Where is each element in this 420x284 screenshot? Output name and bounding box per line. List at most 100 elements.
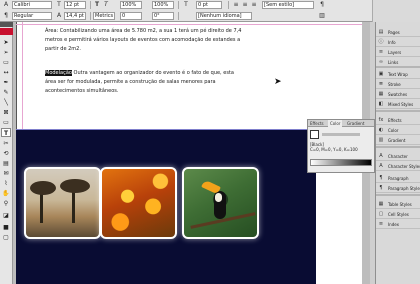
page-tool-icon[interactable]: ▭ xyxy=(1,58,11,67)
tree-canopy xyxy=(30,181,56,195)
line-tool-icon[interactable]: ╲ xyxy=(1,98,11,107)
type-tool-icon[interactable]: T xyxy=(1,128,11,137)
color-panel-tabs: Effects Color Gradient xyxy=(308,120,374,127)
hand-tool-icon[interactable]: ✋ xyxy=(1,189,11,198)
panel-group-divider xyxy=(376,194,420,196)
panel-item-label: Swatches xyxy=(388,92,408,97)
panel-item-label: Gradient xyxy=(388,138,406,143)
style-field[interactable]: [Sem estilo] xyxy=(262,1,314,9)
align-left-icon[interactable]: ≡ xyxy=(232,1,240,9)
separator xyxy=(228,1,229,9)
pen-tool-icon[interactable]: ✒ xyxy=(1,78,11,87)
control-panel: A Calibri T 12 pt T T 100% 100% T 0 pt ≡… xyxy=(0,0,420,22)
kerning-field[interactable]: Metrics xyxy=(93,12,115,20)
panel-item-paragraph-styles[interactable]: ¶ Paragraph Styles xyxy=(376,184,420,193)
italic-type-icon[interactable]: T xyxy=(102,1,110,9)
font-family-field[interactable]: Calibri xyxy=(12,1,52,9)
fill-swatch[interactable] xyxy=(310,130,319,139)
toucan-photo[interactable] xyxy=(182,167,259,239)
text-paragraph-modelacao[interactable]: Modelação Outra vantagem ao organizador … xyxy=(45,69,245,97)
baseline-field[interactable]: 0 pt xyxy=(196,1,222,9)
panel-item-character-styles[interactable]: A Character Styles xyxy=(376,162,420,171)
eyedropper-tool-icon[interactable]: ⌇ xyxy=(1,179,11,188)
gradient-tool-icon[interactable]: ▤ xyxy=(1,159,11,168)
panel-item-color[interactable]: ◐ Color xyxy=(376,126,420,135)
fill-stroke-icon[interactable]: ◪ xyxy=(1,211,11,220)
panel-item-mixed-styles[interactable]: ◧ Mixed Styles xyxy=(376,100,420,109)
tools-app-badge xyxy=(0,28,13,35)
panel-item-table-styles[interactable]: ▦ Table Styles xyxy=(376,200,420,209)
tab-gradient[interactable]: Gradient xyxy=(345,120,366,127)
paragraph-text: Outra vantagem ao organizador do evento … xyxy=(45,70,234,95)
selected-text[interactable]: Modelação xyxy=(45,70,72,76)
bold-type-icon[interactable]: T xyxy=(93,1,101,9)
note-tool-icon[interactable]: ✉ xyxy=(1,169,11,178)
align-right-icon[interactable]: ≡ xyxy=(250,1,258,9)
scissors-tool-icon[interactable]: ✂ xyxy=(1,139,11,148)
panel-item-paragraph[interactable]: ¶ Paragraph xyxy=(376,174,420,183)
gap-tool-icon[interactable]: ↔ xyxy=(1,68,11,77)
panel-item-character[interactable]: A Character xyxy=(376,152,420,161)
rectangle-frame-tool-icon[interactable]: ⊠ xyxy=(1,108,11,117)
rectangle-tool-icon[interactable]: ▭ xyxy=(1,118,11,127)
paragraph-mode-icon[interactable]: ¶ xyxy=(318,1,326,9)
font-style-field[interactable]: Regular xyxy=(12,12,52,20)
selection-tool-icon[interactable]: ➤ xyxy=(1,38,11,47)
pencil-tool-icon[interactable]: ✎ xyxy=(1,88,11,97)
apply-color-icon[interactable]: ■ xyxy=(1,223,11,232)
trees-photo[interactable] xyxy=(24,167,101,239)
color-panel[interactable]: Effects Color Gradient [Black] C=0, M=0,… xyxy=(307,119,375,173)
dark-banner-frame[interactable] xyxy=(16,130,316,284)
toucan-chest xyxy=(215,193,222,202)
margin-guide-vertical xyxy=(22,22,23,130)
flowers-photo[interactable] xyxy=(100,167,177,239)
scale-vertical-field[interactable]: 100% xyxy=(120,1,142,9)
panel-item-cell-styles[interactable]: ▢ Cell Styles xyxy=(376,210,420,219)
tint-slider[interactable] xyxy=(322,133,360,136)
separator xyxy=(178,1,179,9)
panel-item-pages[interactable]: ▤ Pages xyxy=(376,28,420,37)
panel-item-stroke[interactable]: ≣ Stroke xyxy=(376,80,420,89)
effects-icon: fx xyxy=(378,117,384,123)
separator xyxy=(90,1,91,9)
language-field[interactable]: [Nenhum idioma] xyxy=(196,12,252,20)
view-mode-icon[interactable]: ▢ xyxy=(1,233,11,242)
paragraph-tab-icon[interactable]: ¶ xyxy=(2,12,10,20)
skew-field[interactable]: 0° xyxy=(152,12,174,20)
columns-icon[interactable]: ▥ xyxy=(318,12,326,20)
tree-canopy xyxy=(60,179,90,193)
panel-item-index[interactable]: ≡ Index xyxy=(376,220,420,229)
panel-group-divider xyxy=(376,110,420,112)
tab-effects[interactable]: Effects xyxy=(308,120,326,127)
color-ramp[interactable] xyxy=(310,159,372,166)
free-transform-tool-icon[interactable]: ⟲ xyxy=(1,149,11,158)
panel-item-text-wrap[interactable]: ▣ Text Wrap xyxy=(376,70,420,79)
align-center-icon[interactable]: ≡ xyxy=(241,1,249,9)
panel-item-gradient[interactable]: ▥ Gradient xyxy=(376,136,420,145)
panel-item-label: Cell Styles xyxy=(388,212,409,217)
panel-item-swatches[interactable]: ▦ Swatches xyxy=(376,90,420,99)
cell-styles-icon: ▢ xyxy=(378,211,384,217)
control-panel-right xyxy=(372,0,420,22)
tab-color[interactable]: Color xyxy=(328,120,343,127)
panel-item-label: Paragraph xyxy=(388,176,409,181)
panel-item-label: Info xyxy=(388,40,396,45)
panel-group-divider xyxy=(376,66,420,68)
info-icon: ⓘ xyxy=(378,39,384,45)
zoom-tool-icon[interactable]: ⚲ xyxy=(1,199,11,208)
tracking-field[interactable]: 0 xyxy=(120,12,142,20)
mouse-pointer-icon: ➤ xyxy=(274,77,282,87)
underline-icon[interactable]: T xyxy=(182,1,190,9)
direct-selection-tool-icon[interactable]: ➢ xyxy=(1,48,11,57)
panel-item-layers[interactable]: ≡ Layers xyxy=(376,48,420,57)
font-size-field[interactable]: 12 pt xyxy=(64,1,86,9)
character-mode-icon[interactable]: A xyxy=(2,1,10,9)
scale-horizontal-field[interactable]: 100% xyxy=(152,1,174,9)
layers-icon: ≡ xyxy=(378,49,384,55)
panel-item-info[interactable]: ⓘ Info xyxy=(376,38,420,47)
color-icon: ◐ xyxy=(378,127,384,133)
text-paragraph-area[interactable]: Área: Contabilizando uma área de 5.780 m… xyxy=(45,27,245,55)
leading-field[interactable]: 14,4 pt xyxy=(64,12,86,20)
panel-item-effects[interactable]: fx Effects xyxy=(376,116,420,125)
tools-header[interactable] xyxy=(0,22,13,27)
